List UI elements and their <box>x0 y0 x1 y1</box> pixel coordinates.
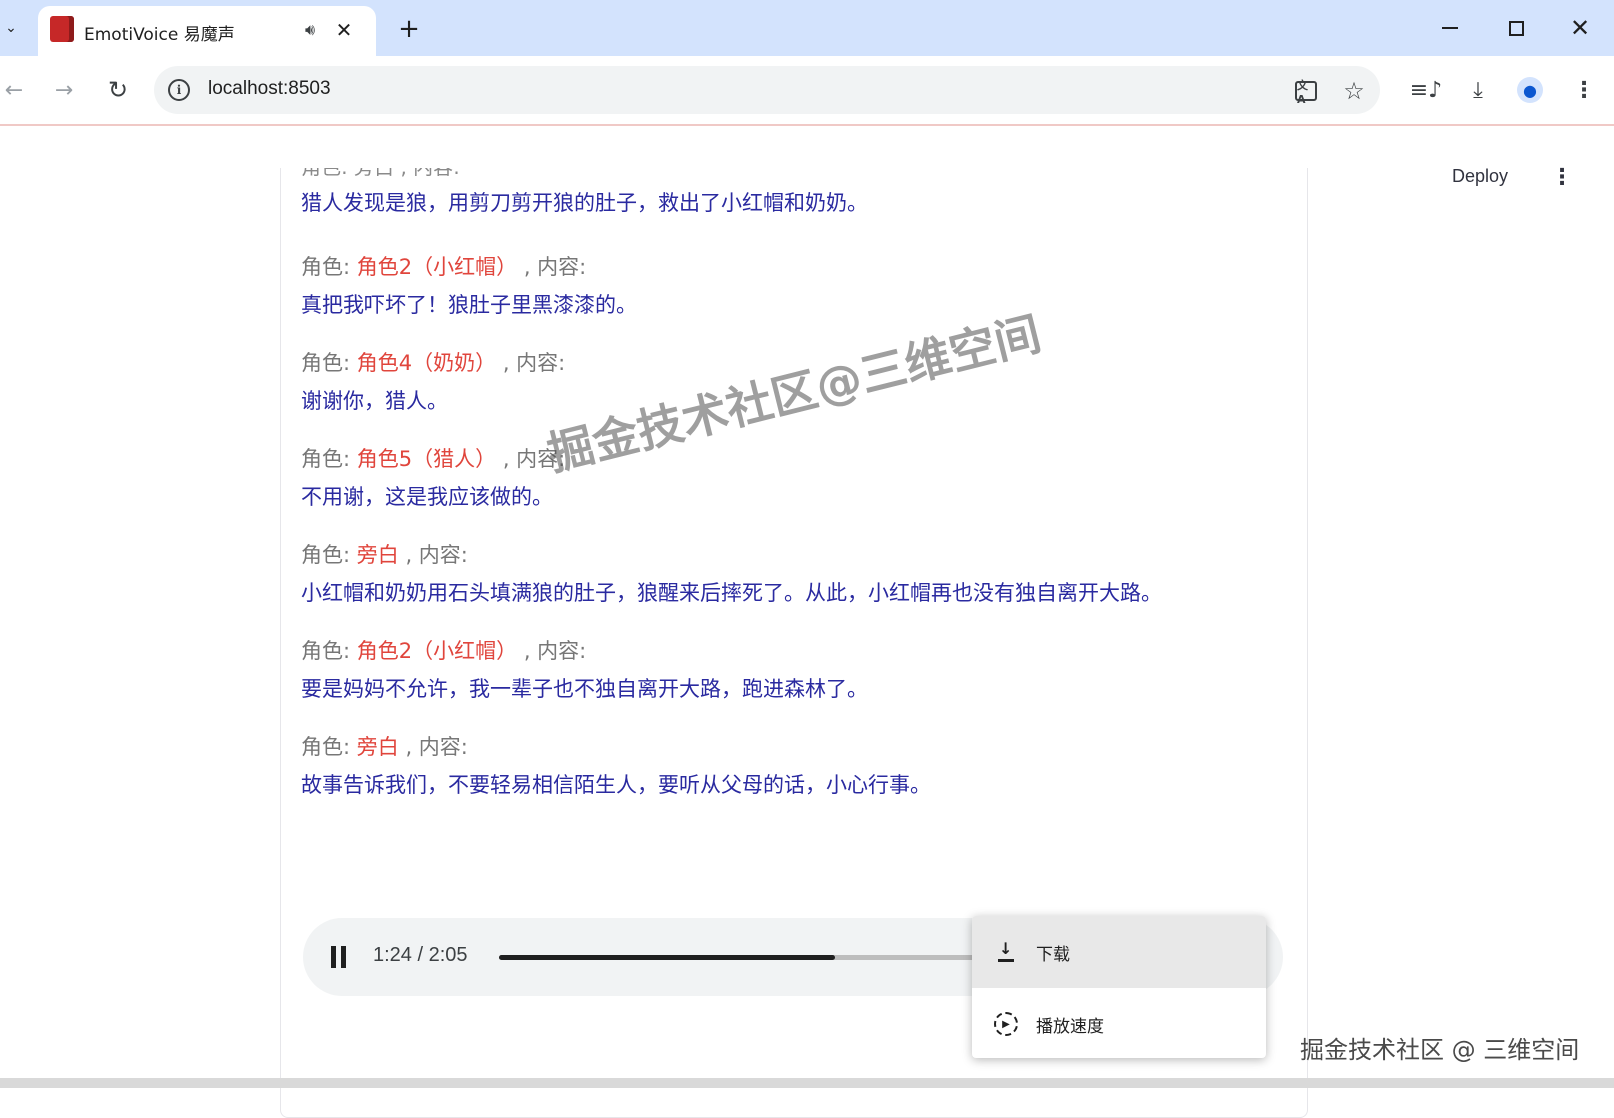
url-text[interactable]: localhost:8503 <box>208 78 331 100</box>
browser-tabbar: ⌄ EmotiVoice 易魔声 🔊︎ ✕ + ✕ <box>0 0 1614 56</box>
info-icon[interactable]: i <box>168 79 190 101</box>
browser-toolbar: ← → ↻ i localhost:8503 文A ☆ ≡♪ ⤓ ● ⋮ <box>0 56 1614 126</box>
media-control-icon[interactable]: ≡♪ <box>1408 72 1444 108</box>
maximize-window-button[interactable] <box>1494 8 1538 48</box>
role-prefix: 角色: <box>301 639 357 663</box>
cut-off-role-line: 角色: 旁白 , 内容: <box>301 168 1301 178</box>
role-name: 角色5（猎人） <box>356 447 497 471</box>
star-icon[interactable]: ☆ <box>1340 77 1368 105</box>
chevron-down-icon[interactable]: ⌄ <box>0 14 22 42</box>
kebab-menu-icon[interactable]: ⋮ <box>1550 162 1574 192</box>
audio-context-menu: ↓ 下载 ▶ 播放速度 <box>972 916 1266 1058</box>
plus-icon[interactable]: + <box>392 12 426 46</box>
browser-tab-active[interactable]: EmotiVoice 易魔声 🔊︎ ✕ <box>38 6 376 56</box>
download-icon[interactable]: ⤓ <box>1460 72 1496 108</box>
role-prefix: 角色: <box>301 447 357 471</box>
role-prefix: 角色: <box>301 735 357 759</box>
reload-icon[interactable]: ↻ <box>100 72 136 108</box>
minimize-window-button[interactable] <box>1428 8 1472 48</box>
content-suffix: , 内容: <box>496 351 566 375</box>
role-name: 角色4（奶奶） <box>356 351 497 375</box>
script-entry: 角色: 角色5（猎人） , 内容: 不用谢，这是我应该做的。 <box>301 440 1301 536</box>
kebab-menu-icon[interactable]: ⋮ <box>1566 72 1602 108</box>
speaker-icon[interactable]: 🔊︎ <box>298 16 322 44</box>
content-line: 要是妈妈不允许，我一辈子也不独自离开大路，跑进森林了。 <box>301 677 868 701</box>
pause-icon[interactable] <box>331 946 351 968</box>
menu-item-label: 播放速度 <box>1036 1017 1104 1037</box>
content-line: 小红帽和奶奶用石头填满狼的肚子，狼醒来后摔死了。从此，小红帽再也没有独自离开大路… <box>301 581 1162 605</box>
close-icon[interactable]: ✕ <box>330 16 358 44</box>
content-suffix: , 内容: <box>517 639 587 663</box>
role-prefix: 角色: <box>301 543 357 567</box>
menu-item-playback-speed[interactable]: ▶ 播放速度 <box>972 988 1266 1058</box>
tab-title: EmotiVoice 易魔声 <box>84 25 235 45</box>
role-line: 角色: 角色5（猎人） , 内容: <box>301 440 1301 478</box>
page-content: Deploy ⋮ 角色: 旁白 , 内容: 猎人发现是狼，用剪刀剪开狼的肚子，救… <box>0 128 1614 1118</box>
content-suffix: , 内容: <box>517 255 587 279</box>
arrow-left-icon[interactable]: ← <box>0 72 32 108</box>
script-entry: 角色: 旁白 , 内容: 小红帽和奶奶用石头填满狼的肚子，狼醒来后摔死了。从此，小… <box>301 536 1301 632</box>
progress-slider[interactable] <box>499 955 999 960</box>
favicon-icon <box>50 16 74 42</box>
role-line: 角色: 角色2（小红帽） , 内容: <box>301 248 1301 286</box>
content-line: 不用谢，这是我应该做的。 <box>301 485 553 509</box>
script-scroll-area[interactable]: 角色: 旁白 , 内容: 猎人发现是狼，用剪刀剪开狼的肚子，救出了小红帽和奶奶。… <box>281 168 1307 1008</box>
role-prefix: 角色: <box>301 255 357 279</box>
content-suffix: , 内容: <box>398 543 468 567</box>
download-icon: ↓ <box>992 938 1020 966</box>
script-entry: 角色: 旁白 , 内容: 故事告诉我们，不要轻易相信陌生人，要听从父母的话，小心行… <box>301 728 1301 804</box>
playback-speed-icon: ▶ <box>992 1010 1020 1038</box>
role-line: 角色: 角色2（小红帽） , 内容: <box>301 632 1301 670</box>
script-entry: 角色: 角色2（小红帽） , 内容: 真把我吓坏了！狼肚子里黑漆漆的。 <box>301 248 1301 344</box>
content-line: 猎人发现是狼，用剪刀剪开狼的肚子，救出了小红帽和奶奶。 <box>301 191 868 215</box>
role-prefix: 角色: <box>301 351 357 375</box>
deploy-button[interactable]: Deploy <box>1452 166 1508 187</box>
role-name: 角色2（小红帽） <box>356 639 518 663</box>
role-name: 角色2（小红帽） <box>356 255 518 279</box>
watermark-corner: 掘金技术社区 @ 三维空间 <box>1300 1036 1580 1064</box>
progress-fill <box>499 955 835 960</box>
content-line: 故事告诉我们，不要轻易相信陌生人，要听从父母的话，小心行事。 <box>301 773 931 797</box>
content-line: 真把我吓坏了！狼肚子里黑漆漆的。 <box>301 293 637 317</box>
menu-item-download[interactable]: ↓ 下载 <box>972 916 1266 988</box>
role-line: 角色: 旁白 , 内容: <box>301 536 1301 574</box>
time-display: 1:24 / 2:05 <box>373 944 468 966</box>
content-suffix: , 内容: <box>398 735 468 759</box>
profile-icon[interactable]: ● <box>1512 72 1548 108</box>
script-list: 角色: 旁白 , 内容: 猎人发现是狼，用剪刀剪开狼的肚子，救出了小红帽和奶奶。… <box>301 168 1301 804</box>
role-name: 旁白 <box>356 735 399 759</box>
script-entry: 角色: 角色2（小红帽） , 内容: 要是妈妈不允许，我一辈子也不独自离开大路，跑… <box>301 632 1301 728</box>
entries-container: 角色: 角色2（小红帽） , 内容: 真把我吓坏了！狼肚子里黑漆漆的。 角色: 角色… <box>301 248 1301 804</box>
menu-item-label: 下载 <box>1036 945 1070 965</box>
close-window-button[interactable]: ✕ <box>1558 8 1602 48</box>
address-bar[interactable]: i localhost:8503 文A ☆ <box>154 66 1380 114</box>
role-line: 角色: 旁白 , 内容: <box>301 728 1301 766</box>
translate-icon[interactable]: 文A <box>1292 77 1320 106</box>
window-bottom-edge <box>0 1078 1614 1088</box>
arrow-right-icon[interactable]: → <box>46 72 82 108</box>
role-name: 旁白 <box>356 543 399 567</box>
